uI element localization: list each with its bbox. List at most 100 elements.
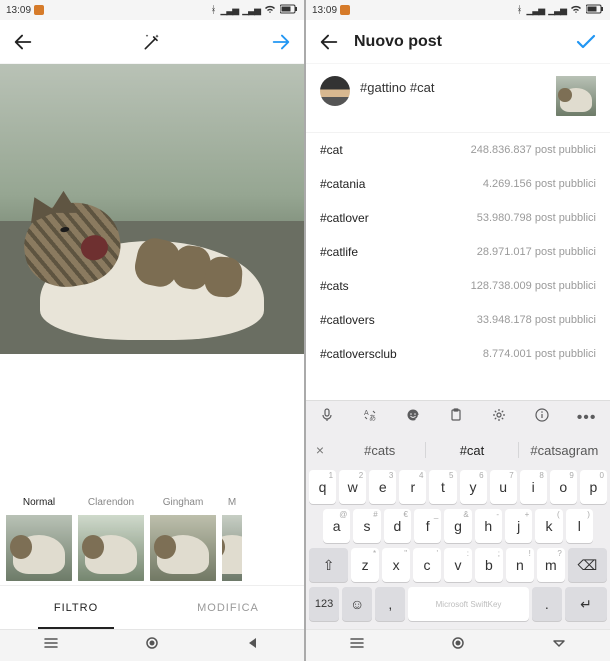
filter-clarendon[interactable]: Clarendon <box>78 497 144 581</box>
nav-menu-icon[interactable] <box>349 635 365 656</box>
signal-icon: ▁▃▅ <box>242 5 260 16</box>
key-e[interactable]: 3e <box>369 470 396 504</box>
key-backspace[interactable]: ⌫ <box>568 548 607 582</box>
battery-icon <box>586 4 604 17</box>
back-icon[interactable] <box>318 31 340 53</box>
key-sym[interactable]: 123 <box>309 587 339 621</box>
new-post-screen: 13:09 ᚼ ▁▃▅ ▁▃▅ Nuovo post <box>306 0 610 661</box>
next-arrow-icon[interactable] <box>270 31 292 53</box>
wifi-icon <box>570 4 582 17</box>
prediction[interactable]: #catsagram <box>519 443 610 458</box>
key-p[interactable]: 0p <box>580 470 607 504</box>
key-enter[interactable]: ↵ <box>565 587 607 621</box>
clock: 13:09 <box>6 5 31 16</box>
info-icon[interactable] <box>534 407 550 428</box>
prediction-bar: × #cats #cat #catsagram <box>306 434 610 466</box>
nav-home-icon[interactable] <box>144 635 160 656</box>
tab-filtro[interactable]: FILTRO <box>0 586 152 629</box>
key-shift[interactable]: ⇧ <box>309 548 348 582</box>
hashtag-row[interactable]: #catlovers33.948.178 post pubblici <box>306 303 610 337</box>
caption-input[interactable]: #gattino #cat <box>360 76 546 95</box>
back-icon[interactable] <box>12 31 34 53</box>
prediction[interactable]: #cat <box>426 443 517 458</box>
bluetooth-icon: ᚼ <box>516 5 522 16</box>
battery-icon <box>280 4 298 17</box>
key-i[interactable]: 8i <box>520 470 547 504</box>
key-s[interactable]: #s <box>353 509 380 543</box>
key-g[interactable]: &g <box>444 509 471 543</box>
post-thumb[interactable] <box>556 76 596 116</box>
svg-text:あ: あ <box>369 414 376 422</box>
key-n[interactable]: !n <box>506 548 534 582</box>
key-space[interactable]: Microsoft SwiftKey <box>408 587 528 621</box>
key-h[interactable]: -h <box>475 509 502 543</box>
key-b[interactable]: ;b <box>475 548 503 582</box>
key-x[interactable]: "x <box>382 548 410 582</box>
wifi-icon <box>264 4 276 17</box>
nav-back-icon[interactable] <box>245 635 261 656</box>
translate-icon[interactable]: Aあ <box>362 407 378 428</box>
hashtag-row[interactable]: #cats128.738.009 post pubblici <box>306 269 610 303</box>
key-o[interactable]: 9o <box>550 470 577 504</box>
hashtag-row[interactable]: #cat248.836.837 post pubblici <box>306 133 610 167</box>
notification-icon <box>340 5 350 15</box>
more-icon[interactable]: ••• <box>577 409 597 427</box>
keyboard-toolbar: Aあ ••• <box>306 400 610 434</box>
key-emoji[interactable]: ☺ <box>342 587 372 621</box>
prediction[interactable]: #cats <box>334 443 425 458</box>
avatar[interactable] <box>320 76 350 106</box>
key-u[interactable]: 7u <box>490 470 517 504</box>
key-k[interactable]: (k <box>535 509 562 543</box>
notification-icon <box>34 5 44 15</box>
tab-modifica[interactable]: MODIFICA <box>152 586 304 629</box>
key-q[interactable]: 1q <box>309 470 336 504</box>
android-navbar <box>306 629 610 661</box>
status-bar: 13:09 ᚼ ▁▃▅ ▁▃▅ <box>0 0 304 20</box>
key-f[interactable]: _f <box>414 509 441 543</box>
clipboard-icon[interactable] <box>448 407 464 428</box>
clock: 13:09 <box>312 5 337 16</box>
bluetooth-icon: ᚼ <box>210 5 216 16</box>
close-predictions-icon[interactable]: × <box>306 442 334 458</box>
hashtag-suggestions: #cat248.836.837 post pubblici #catania4.… <box>306 132 610 400</box>
filter-more[interactable]: M <box>222 497 242 581</box>
key-c[interactable]: 'c <box>413 548 441 582</box>
compose-row: #gattino #cat <box>306 64 610 132</box>
filter-strip[interactable]: Normal Clarendon Gingham M <box>0 487 304 585</box>
magic-wand-icon[interactable] <box>142 32 162 52</box>
key-r[interactable]: 4r <box>399 470 426 504</box>
key-l[interactable]: )l <box>566 509 593 543</box>
nav-home-icon[interactable] <box>450 635 466 656</box>
hashtag-row[interactable]: #catlover53.980.798 post pubblici <box>306 201 610 235</box>
key-dot[interactable]: . <box>532 587 562 621</box>
photo-preview[interactable] <box>0 64 304 354</box>
filter-gingham[interactable]: Gingham <box>150 497 216 581</box>
key-z[interactable]: *z <box>351 548 379 582</box>
bottom-tabs: FILTRO MODIFICA <box>0 585 304 629</box>
nav-menu-icon[interactable] <box>43 635 59 656</box>
filter-normal[interactable]: Normal <box>6 497 72 581</box>
gear-icon[interactable] <box>491 407 507 428</box>
hashtag-row[interactable]: #catania4.269.156 post pubblici <box>306 167 610 201</box>
key-v[interactable]: :v <box>444 548 472 582</box>
keyboard: 1q2w3e4r5t6y7u8i9o0p @a#s€d_f&g-h+j(k)l … <box>306 466 610 629</box>
filter-screen: 13:09 ᚼ ▁▃▅ ▁▃▅ <box>0 0 304 661</box>
key-j[interactable]: +j <box>505 509 532 543</box>
hashtag-row[interactable]: #catlife28.971.017 post pubblici <box>306 235 610 269</box>
key-t[interactable]: 5t <box>429 470 456 504</box>
mic-icon[interactable] <box>319 407 335 428</box>
key-d[interactable]: €d <box>384 509 411 543</box>
key-w[interactable]: 2w <box>339 470 366 504</box>
signal-icon: ▁▃▅ <box>526 5 544 16</box>
hashtag-row[interactable]: #catloversclub8.774.001 post pubblici <box>306 337 610 371</box>
key-a[interactable]: @a <box>323 509 350 543</box>
key-m[interactable]: ?m <box>537 548 565 582</box>
key-y[interactable]: 6y <box>460 470 487 504</box>
signal-icon: ▁▃▅ <box>548 5 566 16</box>
confirm-check-icon[interactable] <box>574 30 598 54</box>
android-navbar <box>0 629 304 661</box>
nav-keyboard-down-icon[interactable] <box>551 635 567 656</box>
app-header <box>0 20 304 64</box>
key-comma[interactable]: , <box>375 587 405 621</box>
sticker-icon[interactable] <box>405 407 421 428</box>
